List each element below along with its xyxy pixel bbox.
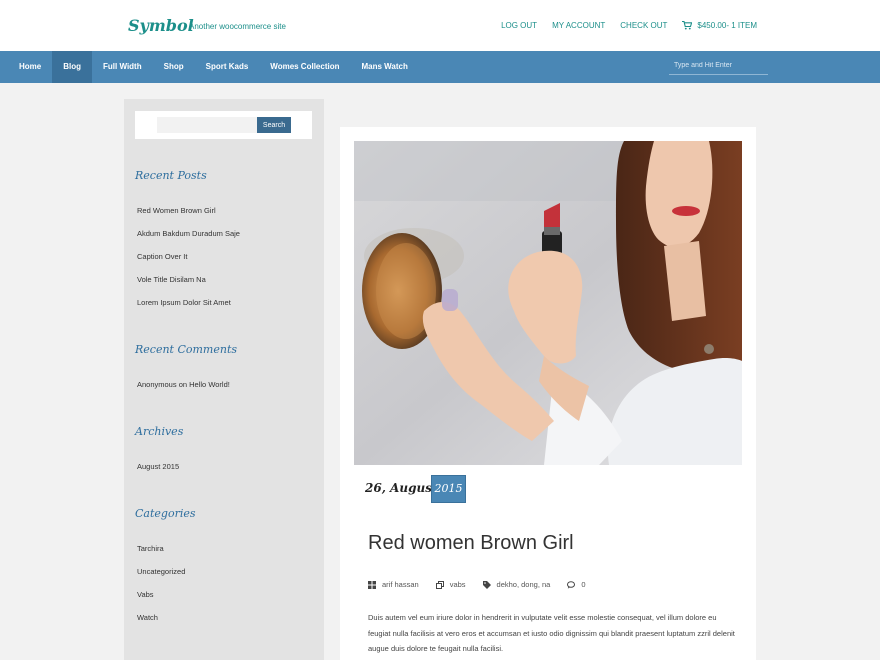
comment-author: Anonymous (137, 380, 177, 389)
archives-list: August 2015 (137, 462, 179, 485)
post-featured-image[interactable] (354, 141, 742, 465)
post-author-name: arif hassan (382, 580, 419, 589)
recent-posts-list: Red Women Brown Girl Akdum Bakdum Duradu… (137, 206, 240, 321)
comment-post-link[interactable]: Hello World! (189, 380, 230, 389)
tag-icon (482, 580, 491, 589)
top-links: LOG OUT MY ACCOUNT CHECK OUT $450.00- 1 … (501, 21, 757, 30)
post-date-year: 2015 (431, 475, 466, 503)
list-item[interactable]: Uncategorized (137, 567, 185, 590)
post-category[interactable]: vabs (435, 580, 466, 589)
post-tags-list: dekho, dong, na (496, 580, 551, 589)
list-item[interactable]: Vabs (137, 590, 185, 613)
cart-link[interactable]: $450.00- 1 ITEM (682, 21, 757, 30)
recent-post-link[interactable]: Red Women Brown Girl (137, 206, 216, 215)
post-date-day: 26, August (365, 481, 438, 495)
checkout-link[interactable]: CHECK OUT (620, 21, 667, 30)
recent-post-link[interactable]: Lorem Ipsum Dolor Sit Amet (137, 298, 231, 307)
list-item[interactable]: Red Women Brown Girl (137, 206, 240, 229)
recent-post-link[interactable]: Caption Over It (137, 252, 187, 261)
category-link[interactable]: Vabs (137, 590, 154, 599)
list-item[interactable]: Tarchira (137, 544, 185, 567)
recent-comments-title: Recent Comments (135, 343, 238, 356)
copy-icon (435, 580, 444, 589)
sidebar: Search Recent Posts Red Women Brown Girl… (124, 99, 324, 660)
post-excerpt: Duis autem vel eum iriure dolor in hendr… (368, 613, 735, 653)
post-comment-count: 0 (581, 580, 586, 589)
list-item[interactable]: Lorem Ipsum Dolor Sit Amet (137, 298, 240, 321)
nav-womes-collection[interactable]: Womes Collection (259, 51, 350, 83)
comment-icon (567, 580, 576, 589)
sidebar-search-button[interactable]: Search (257, 117, 291, 133)
post-comments[interactable]: 0 (567, 580, 586, 589)
logout-link[interactable]: LOG OUT (501, 21, 537, 30)
nav-mans-watch[interactable]: Mans Watch (350, 51, 418, 83)
site-header: Symbol Another woocommerce site LOG OUT … (0, 0, 880, 51)
recent-post-link[interactable]: Vole Title Disilam Na (137, 275, 206, 284)
post-category-name: vabs (449, 580, 466, 589)
list-item[interactable]: Watch (137, 613, 185, 636)
sidebar-search-input[interactable] (157, 117, 257, 133)
nav-sport-kads[interactable]: Sport Kads (195, 51, 260, 83)
nav-shop[interactable]: Shop (153, 51, 195, 83)
list-item[interactable]: Caption Over It (137, 252, 240, 275)
list-item[interactable]: Akdum Bakdum Duradum Saje (137, 229, 240, 252)
cart-total: $450.00- 1 ITEM (697, 21, 757, 30)
site-tagline: Another woocommerce site (189, 22, 286, 31)
woman-lipstick-photo (354, 141, 742, 465)
category-link[interactable]: Uncategorized (137, 567, 185, 576)
categories-title: Categories (135, 507, 196, 520)
category-link[interactable]: Tarchira (137, 544, 164, 553)
recent-post-link[interactable]: Akdum Bakdum Duradum Saje (137, 229, 240, 238)
post-tags[interactable]: dekho, dong, na (482, 580, 551, 589)
recent-posts-title: Recent Posts (135, 169, 207, 182)
nav-blog[interactable]: Blog (52, 51, 93, 83)
sidebar-search: Search (135, 111, 312, 139)
list-item[interactable]: August 2015 (137, 462, 179, 485)
comment-on: on (178, 380, 188, 389)
post-meta: arif hassan vabs dekho, dong, na 0 (368, 580, 603, 589)
post-author[interactable]: arif hassan (368, 580, 419, 589)
cart-icon (682, 21, 693, 30)
nav-search-input[interactable] (669, 57, 768, 75)
archives-title: Archives (135, 425, 184, 438)
post-card: 26, August 2015 Red women Brown Girl ari… (340, 127, 756, 660)
recent-comments-list: Anonymous on Hello World! (137, 380, 230, 403)
my-account-link[interactable]: MY ACCOUNT (552, 21, 605, 30)
grid-icon (368, 580, 376, 589)
list-item[interactable]: Vole Title Disilam Na (137, 275, 240, 298)
nav-home[interactable]: Home (8, 51, 52, 83)
archive-link[interactable]: August 2015 (137, 462, 179, 471)
categories-list: Tarchira Uncategorized Vabs Watch (137, 544, 185, 636)
category-link[interactable]: Watch (137, 613, 158, 622)
post-title[interactable]: Red women Brown Girl (368, 532, 574, 555)
list-item: Anonymous on Hello World! (137, 380, 230, 403)
site-logo[interactable]: Symbol (128, 16, 194, 35)
nav-full-width[interactable]: Full Width (92, 51, 153, 83)
